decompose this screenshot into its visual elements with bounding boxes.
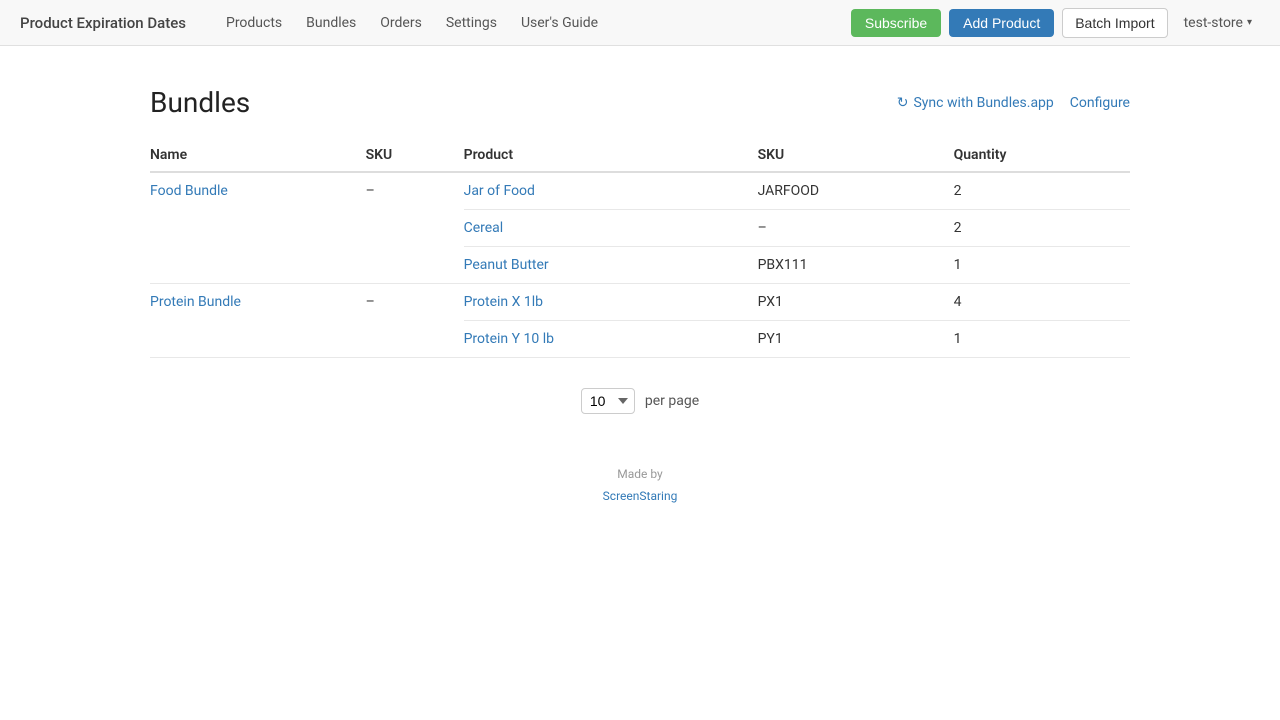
- nav-users-guide[interactable]: User's Guide: [511, 11, 608, 35]
- col-header-product: Product: [464, 139, 758, 172]
- product-name-link[interactable]: Protein Y 10 lb: [464, 331, 554, 347]
- pagination-row: 102550100 per page: [150, 388, 1130, 414]
- product-name-link[interactable]: Cereal: [464, 220, 504, 236]
- table-header: Name SKU Product SKU Quantity: [150, 139, 1130, 172]
- page-title: Bundles: [150, 86, 250, 119]
- product-sku-cell: –: [758, 210, 954, 247]
- navbar-actions: Subscribe Add Product Batch Import test-…: [851, 8, 1260, 38]
- nav-settings[interactable]: Settings: [436, 11, 507, 35]
- store-selector[interactable]: test-store ▾: [1176, 11, 1260, 35]
- col-header-name: Name: [150, 139, 366, 172]
- product-name-cell: Cereal: [464, 210, 758, 247]
- product-name-cell: Jar of Food: [464, 172, 758, 210]
- chevron-down-icon: ▾: [1247, 17, 1252, 28]
- nav-products[interactable]: Products: [216, 11, 292, 35]
- per-page-label: per page: [645, 393, 699, 409]
- sync-label: Sync with Bundles.app: [913, 95, 1053, 111]
- footer: Made by ScreenStaring: [150, 464, 1130, 507]
- main-content: Bundles ↻ Sync with Bundles.app Configur…: [90, 46, 1190, 547]
- product-sku-cell: JARFOOD: [758, 172, 954, 210]
- sync-icon: ↻: [897, 95, 909, 111]
- nav-orders[interactable]: Orders: [370, 11, 432, 35]
- product-qty-cell: 1: [954, 247, 1130, 284]
- product-qty-cell: 1: [954, 321, 1130, 358]
- navbar: Product Expiration Dates Products Bundle…: [0, 0, 1280, 46]
- product-name-link[interactable]: Jar of Food: [464, 183, 535, 199]
- page-actions: ↻ Sync with Bundles.app Configure: [897, 95, 1130, 111]
- product-name-link[interactable]: Protein X 1lb: [464, 294, 543, 310]
- bundle-sku-cell: –: [366, 172, 464, 284]
- table-body: Food Bundle–Jar of FoodJARFOOD2Cereal–2P…: [150, 172, 1130, 358]
- product-qty-cell: 2: [954, 172, 1130, 210]
- bundles-table: Name SKU Product SKU Quantity Food Bundl…: [150, 139, 1130, 358]
- page-header-row: Bundles ↻ Sync with Bundles.app Configur…: [150, 86, 1130, 119]
- author-link[interactable]: ScreenStaring: [603, 489, 678, 503]
- product-qty-cell: 2: [954, 210, 1130, 247]
- product-sku-cell: PX1: [758, 284, 954, 321]
- table-row: Protein Bundle–Protein X 1lbPX14: [150, 284, 1130, 321]
- nav-links: Products Bundles Orders Settings User's …: [216, 11, 851, 35]
- col-header-sku1: SKU: [366, 139, 464, 172]
- made-by-text: Made by: [150, 464, 1130, 486]
- bundle-name-cell: Protein Bundle: [150, 284, 366, 358]
- sync-bundles-link[interactable]: ↻ Sync with Bundles.app: [897, 95, 1054, 111]
- add-product-button[interactable]: Add Product: [949, 9, 1054, 37]
- batch-import-button[interactable]: Batch Import: [1062, 8, 1167, 38]
- product-qty-cell: 4: [954, 284, 1130, 321]
- bundle-name-link[interactable]: Food Bundle: [150, 183, 228, 199]
- per-page-select[interactable]: 102550100: [581, 388, 635, 414]
- product-name-cell: Protein X 1lb: [464, 284, 758, 321]
- app-brand: Product Expiration Dates: [20, 14, 186, 32]
- product-name-cell: Peanut Butter: [464, 247, 758, 284]
- bundle-name-cell: Food Bundle: [150, 172, 366, 284]
- store-name: test-store: [1184, 15, 1243, 31]
- bundle-name-link[interactable]: Protein Bundle: [150, 294, 241, 310]
- col-header-qty: Quantity: [954, 139, 1130, 172]
- subscribe-button[interactable]: Subscribe: [851, 9, 941, 37]
- bundle-sku-cell: –: [366, 284, 464, 358]
- table-row: Food Bundle–Jar of FoodJARFOOD2: [150, 172, 1130, 210]
- nav-bundles[interactable]: Bundles: [296, 11, 366, 35]
- product-sku-cell: PBX111: [758, 247, 954, 284]
- product-name-link[interactable]: Peanut Butter: [464, 257, 549, 273]
- product-name-cell: Protein Y 10 lb: [464, 321, 758, 358]
- col-header-sku2: SKU: [758, 139, 954, 172]
- product-sku-cell: PY1: [758, 321, 954, 358]
- configure-link[interactable]: Configure: [1070, 95, 1130, 111]
